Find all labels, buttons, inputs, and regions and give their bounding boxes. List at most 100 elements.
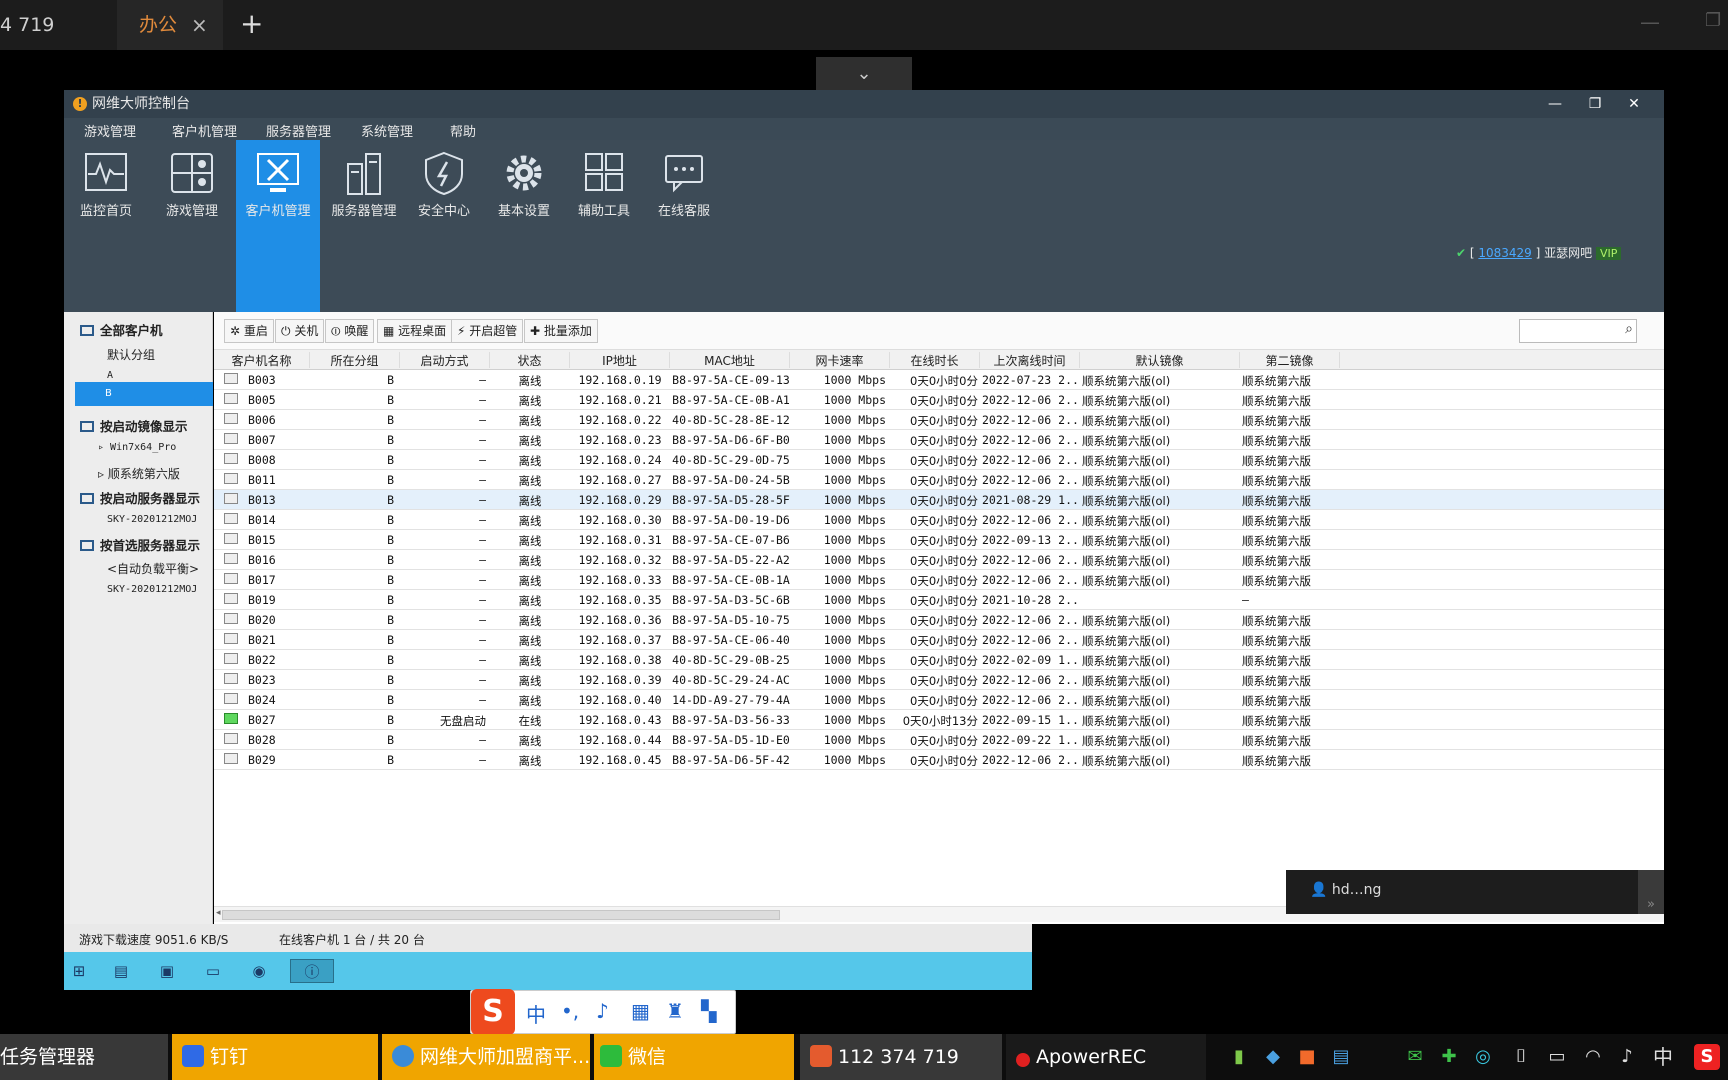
- globe-tray-icon[interactable]: ◎: [1470, 1044, 1496, 1070]
- tree-by-image[interactable]: 按启动镜像显示: [80, 416, 188, 435]
- taskbar-apowerrec[interactable]: ApowerREC: [1006, 1034, 1206, 1080]
- table-row[interactable]: B020 B — 离线 192.168.0.36 B8-97-5A-D5-10-75 100…: [214, 610, 1664, 630]
- col-mac[interactable]: MAC地址: [670, 352, 790, 368]
- taskbar-wangwei-browser[interactable]: 网维大师加盟商平...: [382, 1034, 590, 1080]
- col-online-time[interactable]: 在线时长: [890, 352, 980, 368]
- sogou-logo-icon[interactable]: S: [471, 989, 515, 1035]
- table-row[interactable]: B016 B — 离线 192.168.0.32 B8-97-5A-D5-22-A2 100…: [214, 550, 1664, 570]
- table-row[interactable]: B019 B — 离线 192.168.0.35 B8-97-5A-D3-5C-6B 100…: [214, 590, 1664, 610]
- tree-server-sky[interactable]: SKY-20201212MOJ: [107, 514, 197, 525]
- usb-tray-icon[interactable]: ⌷: [1508, 1044, 1534, 1070]
- remote-desktop-button[interactable]: ▦ 远程桌面: [377, 319, 453, 343]
- console-app-icon[interactable]: ⓘ: [290, 959, 334, 983]
- col-second-image[interactable]: 第二镜像: [1240, 352, 1340, 368]
- wake-button[interactable]: ⏼ 唤醒: [325, 319, 375, 343]
- toolbar-tools[interactable]: 辅助工具: [562, 140, 646, 312]
- tree-image-shun[interactable]: ▹ 顺系统第六版: [98, 465, 180, 482]
- toolbox-icon[interactable]: ▚: [701, 999, 716, 1023]
- windows-start-icon[interactable]: ⊞: [64, 959, 94, 983]
- search-icon[interactable]: ⌕: [1625, 321, 1633, 337]
- volume-icon[interactable]: ♪: [1614, 1044, 1640, 1070]
- scrollbar-thumb[interactable]: [222, 910, 780, 920]
- terminal-icon[interactable]: ▣: [152, 959, 182, 983]
- table-row[interactable]: B013 B — 离线 192.168.0.29 B8-97-5A-D5-28-5F 100…: [214, 490, 1664, 510]
- table-row[interactable]: B021 B — 离线 192.168.0.37 B8-97-5A-CE-06-40 100…: [214, 630, 1664, 650]
- app-tray-icon[interactable]: ■: [1294, 1044, 1320, 1070]
- menu-system[interactable]: 系统管理: [361, 121, 413, 140]
- browser-icon[interactable]: ◉: [244, 959, 274, 983]
- toolbar-monitor[interactable]: 监控首页: [64, 140, 148, 312]
- tab-office[interactable]: 办公 ×: [117, 0, 223, 50]
- table-row[interactable]: B015 B — 离线 192.168.0.31 B8-97-5A-CE-07-B6 100…: [214, 530, 1664, 550]
- maximize-icon[interactable]: ❐: [1705, 10, 1721, 31]
- toolbar-settings[interactable]: 基本设置: [482, 140, 566, 312]
- new-tab-button[interactable]: +: [240, 0, 263, 48]
- table-row[interactable]: B022 B — 离线 192.168.0.38 40-8D-5C-29-0B-25 100…: [214, 650, 1664, 670]
- table-row[interactable]: B024 B — 离线 192.168.0.40 14-DD-A9-27-79-4A 100…: [214, 690, 1664, 710]
- battery-icon[interactable]: ▭: [1544, 1044, 1570, 1070]
- tree-group-b[interactable]: B: [75, 382, 213, 406]
- close-icon[interactable]: ✕: [1619, 90, 1649, 118]
- menu-game[interactable]: 游戏管理: [84, 121, 136, 140]
- toolbar-support[interactable]: 在线客服: [642, 140, 726, 312]
- table-row[interactable]: B014 B — 离线 192.168.0.30 B8-97-5A-D0-19-D6 100…: [214, 510, 1664, 530]
- col-nic-speed[interactable]: 网卡速率: [790, 352, 890, 368]
- file-icon[interactable]: ▤: [106, 959, 136, 983]
- expand-icon[interactable]: »: [1638, 870, 1664, 914]
- tree-all-clients[interactable]: 全部客户机: [80, 320, 163, 339]
- menu-help[interactable]: 帮助: [450, 121, 476, 140]
- plus-tray-icon[interactable]: ✚: [1436, 1044, 1462, 1070]
- tree-group-a[interactable]: A: [107, 370, 113, 381]
- menu-server[interactable]: 服务器管理: [266, 121, 331, 140]
- battery-tray-icon[interactable]: ▮: [1226, 1044, 1252, 1070]
- col-status[interactable]: 状态: [490, 352, 570, 368]
- keyboard-icon[interactable]: ▦: [631, 999, 650, 1023]
- taskbar-dingtalk[interactable]: 钉钉: [172, 1034, 378, 1080]
- search-input[interactable]: ⌕: [1519, 319, 1637, 343]
- sogou-tray-icon[interactable]: S: [1694, 1044, 1720, 1070]
- table-row[interactable]: B017 B — 离线 192.168.0.33 B8-97-5A-CE-0B-1A 100…: [214, 570, 1664, 590]
- toolbar-server[interactable]: 服务器管理: [322, 140, 406, 312]
- restart-button[interactable]: ✲ 重启: [224, 319, 274, 343]
- col-boot-mode[interactable]: 启动方式: [400, 352, 490, 368]
- notification-popup[interactable]: 👤 hd…ng »: [1286, 870, 1664, 914]
- tab-session[interactable]: 4 719: [0, 0, 115, 50]
- table-row[interactable]: B023 B — 离线 192.168.0.39 40-8D-5C-29-24-AC 100…: [214, 670, 1664, 690]
- col-name[interactable]: 客户机名称: [214, 352, 310, 368]
- taskbar-task-manager[interactable]: 任务管理器: [0, 1034, 168, 1080]
- col-ip[interactable]: IP地址: [570, 352, 670, 368]
- col-group[interactable]: 所在分组: [310, 352, 400, 368]
- col-last-offline[interactable]: 上次离线时间: [980, 352, 1080, 368]
- tree-image-win7[interactable]: ▹ Win7x64_Pro: [98, 442, 176, 453]
- batch-add-button[interactable]: ✚ 批量添加: [524, 319, 598, 343]
- table-row[interactable]: B008 B — 离线 192.168.0.24 40-8D-5C-29-0D-75 100…: [214, 450, 1664, 470]
- microphone-icon[interactable]: ♪: [596, 999, 609, 1023]
- skin-icon[interactable]: ♜: [666, 999, 684, 1023]
- tree-by-pref-server[interactable]: 按首选服务器显示: [80, 535, 200, 554]
- table-row[interactable]: B005 B — 离线 192.168.0.21 B8-97-5A-CE-0B-A1 100…: [214, 390, 1664, 410]
- wifi-icon[interactable]: ◠: [1580, 1044, 1606, 1070]
- tree-pref-server-sky[interactable]: SKY-20201212MOJ: [107, 584, 197, 595]
- table-row[interactable]: B027 B 无盘启动 在线 192.168.0.43 B8-97-5A-D3-56-33…: [214, 710, 1664, 730]
- table-row[interactable]: B003 B — 离线 192.168.0.19 B8-97-5A-CE-09-13 100…: [214, 370, 1664, 390]
- minimize-icon[interactable]: —: [1640, 10, 1660, 34]
- close-icon[interactable]: ×: [191, 0, 208, 50]
- punctuation-icon[interactable]: •,: [561, 999, 579, 1023]
- table-row[interactable]: B011 B — 离线 192.168.0.27 B8-97-5A-D0-24-5B 100…: [214, 470, 1664, 490]
- tree-by-server[interactable]: 按启动服务器显示: [80, 488, 200, 507]
- minimize-icon[interactable]: —: [1540, 90, 1570, 118]
- toolbar-security[interactable]: 安全中心: [402, 140, 486, 312]
- wechat-tray-icon[interactable]: ✉: [1402, 1044, 1428, 1070]
- folder-icon[interactable]: ▭: [198, 959, 228, 983]
- table-row[interactable]: B029 B — 离线 192.168.0.45 B8-97-5A-D6-5F-42 100…: [214, 750, 1664, 770]
- menu-client[interactable]: 客户机管理: [172, 121, 237, 140]
- account-id-link[interactable]: 1083429: [1478, 246, 1531, 260]
- toolbar-client-management[interactable]: 客户机管理: [236, 140, 320, 312]
- chevron-down-icon[interactable]: ⌄: [816, 57, 912, 91]
- taskbar-remote-session[interactable]: 112 374 719: [800, 1034, 1002, 1080]
- cube-tray-icon[interactable]: ◆: [1260, 1044, 1286, 1070]
- taskbar-wechat[interactable]: 微信: [594, 1034, 794, 1080]
- table-row[interactable]: B006 B — 离线 192.168.0.22 40-8D-5C-28-8E-12 100…: [214, 410, 1664, 430]
- table-row[interactable]: B007 B — 离线 192.168.0.23 B8-97-5A-D6-6F-B0 100…: [214, 430, 1664, 450]
- toolbar-game[interactable]: 游戏管理: [150, 140, 234, 312]
